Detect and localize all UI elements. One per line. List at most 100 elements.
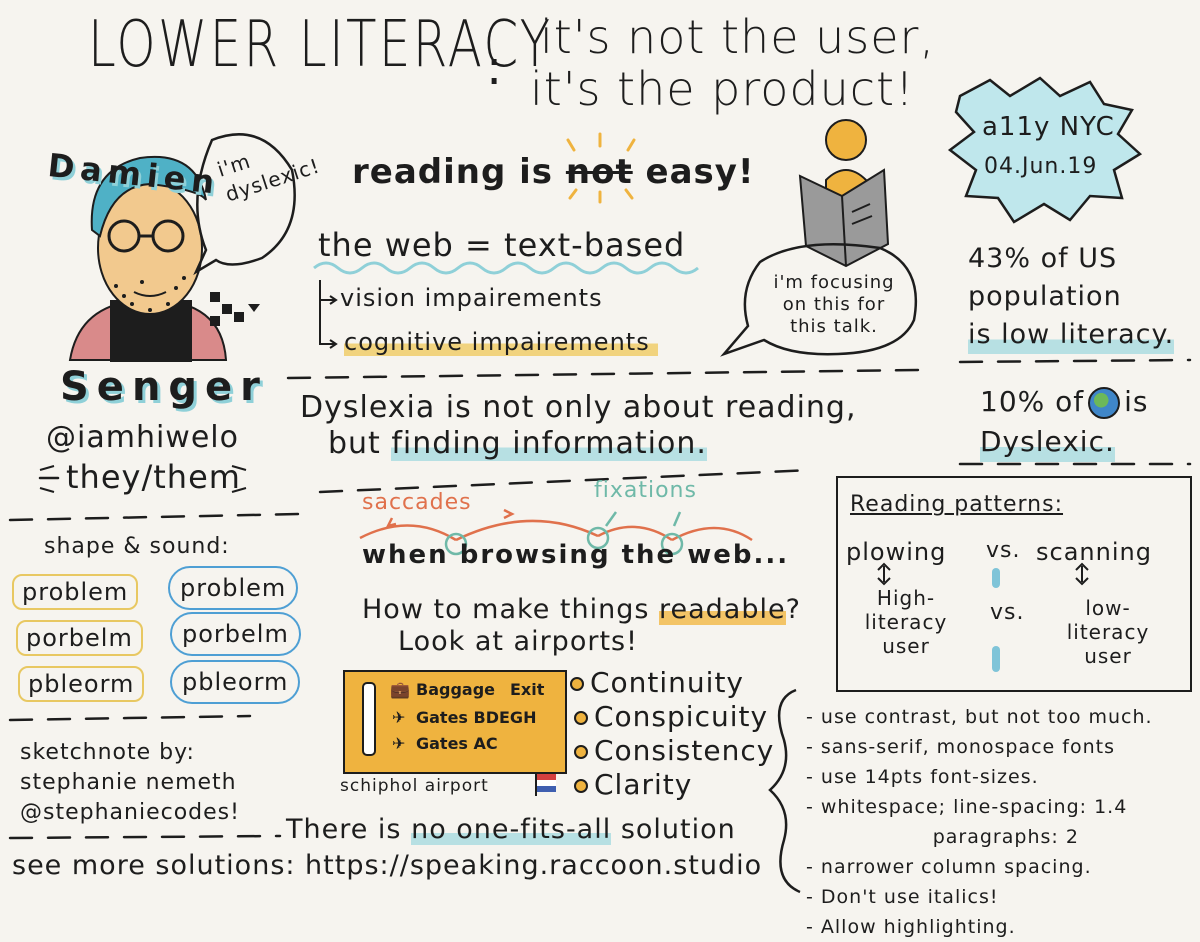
dyslexia-line-2-highlight: finding information. — [391, 426, 707, 461]
list-arrows — [319, 280, 338, 349]
stat-dyslexic-pre: 10% of — [980, 385, 1085, 418]
pattern-vs-1: vs. — [986, 538, 1021, 563]
plane-icon-2: ✈ — [392, 734, 406, 753]
event-badge-shape — [947, 76, 1143, 224]
readable-q-pre: How to make things — [362, 594, 659, 625]
tip-2: - sans-serif, monospace fonts — [806, 736, 1115, 758]
pixel-doodle — [210, 292, 260, 326]
title-subtitle-2: it's the product! — [530, 62, 915, 116]
principle-3-label: Consistency — [594, 734, 775, 767]
dyslexia-line-2: but finding information. — [328, 426, 707, 461]
pattern-scanning: scanning — [1036, 538, 1152, 566]
title-main: LOWER LITERACY — [88, 8, 553, 82]
pattern-high-literacy: High-literacy user — [864, 586, 948, 658]
tip-4: - whitespace; line-spacing: 1.4 — [806, 796, 1128, 818]
stat-dyslexic-line2: Dyslexic. — [980, 422, 1115, 462]
sign-gates-2: Gates AC — [416, 734, 498, 753]
principle-1-label: Continuity — [590, 666, 745, 699]
readable-q-post: ? — [785, 594, 801, 625]
divider-credit — [8, 714, 252, 722]
tip-3: - use 14pts font-sizes. — [806, 766, 1039, 788]
stat-literacy-3: is low literacy. — [968, 316, 1175, 354]
word-blue-3: pbleorm — [170, 660, 301, 704]
tip-8: - Allow highlighting. — [806, 916, 1016, 938]
principle-2: Conspicuity — [574, 700, 768, 733]
sign-arrow-up-icon — [362, 682, 376, 756]
stat-literacy-2: population — [968, 281, 1122, 312]
label-saccades: saccades — [362, 490, 472, 515]
reading-not-easy: reading is not easy! — [352, 152, 754, 192]
nofit-post: solution — [611, 814, 736, 845]
sign-exit: Exit — [510, 680, 545, 699]
pattern-plowing: plowing — [846, 538, 947, 566]
browsing-sentence: when browsing the web... — [362, 540, 790, 570]
nofit-highlight: no one-fits-all — [411, 814, 612, 845]
bullet-icon — [570, 677, 584, 691]
tip-5: paragraphs: 2 — [806, 826, 1079, 848]
bullet-icon — [574, 745, 588, 759]
title-colon: : — [486, 40, 504, 96]
title-subtitle-1: it's not the user, — [540, 10, 936, 64]
shape-sound-title: shape & sound: — [44, 534, 230, 559]
nofit-pre: There is — [286, 814, 412, 845]
sign-baggage: Baggage — [416, 680, 495, 699]
dyslexia-line-2-pre: but — [328, 426, 392, 461]
divider-top — [286, 368, 922, 380]
globe-icon — [1088, 387, 1121, 419]
reading-not: not — [565, 152, 633, 192]
credit-line-2: stephanie nemeth — [20, 770, 237, 795]
word-yellow-3: pbleorm — [18, 666, 145, 702]
credit-line-1: sketchnote by: — [20, 740, 195, 765]
tips-list: - use contrast, but not too much. - sans… — [806, 702, 1153, 942]
bullet-icon — [574, 711, 588, 725]
baggage-icon: 💼 — [390, 680, 410, 699]
reading-post: easy! — [632, 152, 755, 192]
tips-bracket — [768, 688, 801, 894]
readable-q-highlight: readable — [659, 594, 786, 625]
sign-gates-1: Gates BDEGH — [416, 708, 537, 727]
principle-3: Consistency — [574, 734, 774, 767]
readable-question: How to make things readable? — [362, 594, 801, 625]
divider-right-1 — [958, 358, 1192, 364]
principle-4-label: Clarity — [594, 768, 693, 801]
sign-caption: schiphol airport — [340, 776, 489, 796]
principle-4: Clarity — [574, 768, 692, 801]
stat-literacy-1: 43% of US — [968, 243, 1118, 274]
bubble-focus-text: i'm focusing on this for this talk. — [773, 272, 895, 337]
divider-bottom — [8, 834, 282, 840]
divider-mid — [318, 468, 814, 494]
principle-2-label: Conspicuity — [594, 700, 769, 733]
word-blue-2: porbelm — [170, 612, 301, 656]
item-vision: vision impairements — [340, 284, 603, 312]
pattern-low-literacy: low-literacy user — [1066, 596, 1150, 668]
credit-line-3: @stephaniecodes! — [20, 800, 240, 825]
stat-dyslexic: 10% of is Dyslexic. — [980, 382, 1180, 462]
speaker-pronouns: they/them — [66, 458, 241, 496]
speaker-handle: @iamhiwelo — [46, 420, 239, 455]
dyslexia-line-1: Dyslexia is not only about reading, — [300, 390, 857, 425]
word-yellow-2: porbelm — [16, 620, 143, 656]
pattern-vs-2: vs. — [990, 600, 1025, 625]
label-fixations: fixations — [594, 478, 697, 503]
word-yellow-1: problem — [12, 574, 139, 610]
tip-6: - narrower column spacing. — [806, 856, 1092, 878]
reading-pre: reading is — [352, 152, 566, 192]
dutch-flag-icon — [535, 774, 556, 796]
word-blue-1: problem — [168, 566, 299, 610]
tip-7: - Don't use italics! — [806, 886, 999, 908]
look-at-airports: Look at airports! — [398, 626, 638, 657]
item-cognitive: cognitive impairements — [344, 328, 658, 356]
wavy-underline — [313, 261, 699, 275]
stat-literacy: 43% of US population is low literacy. — [968, 240, 1188, 354]
event-date: 04.Jun.19 — [984, 154, 1098, 179]
sketchnote-credit: sketchnote by: stephanie nemeth @stephan… — [20, 738, 240, 828]
web-text-based: the web = text-based — [318, 226, 686, 264]
bullet-icon — [574, 779, 588, 793]
more-solutions-link: see more solutions: https://speaking.rac… — [12, 850, 763, 881]
tip-1: - use contrast, but not too much. — [806, 706, 1153, 728]
plane-icon: ✈ — [392, 708, 406, 727]
no-one-fits-all: There is no one-fits-all solution — [286, 814, 736, 845]
reading-patterns-title: Reading patterns: — [850, 492, 1064, 517]
event-name: a11y NYC — [982, 112, 1115, 142]
speaker-last-name: Senger — [60, 364, 268, 410]
